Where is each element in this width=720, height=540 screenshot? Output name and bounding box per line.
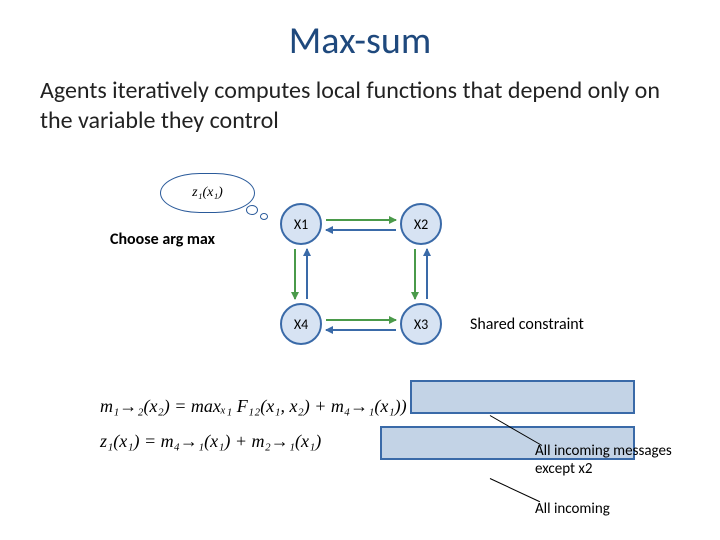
arrow-x3-x4 [326, 329, 396, 331]
slide-title: Max-sum [0, 0, 720, 64]
arrow-x4-x1 [306, 249, 308, 299]
equation-m12: m₁→₂(x₂) = maxₓ₁ F₁₂(x₁, x₂) + m₄→₁(x₁)) [100, 396, 660, 417]
slide-subtitle: Agents iteratively computes local functi… [0, 64, 720, 136]
callout-incoming-except-x2: All incoming messages except x2 [535, 442, 705, 478]
cloud-formula: z₁(x₁) [160, 173, 255, 213]
cloud-puff [246, 205, 258, 215]
shared-constraint-label: Shared constraint [470, 315, 584, 334]
arrow-x4-x3 [326, 319, 396, 321]
choose-argmax-label: Choose arg max [110, 230, 215, 249]
factor-graph-diagram: z₁(x₁) Choose arg max X1 X2 X3 X4 Shared… [0, 175, 720, 375]
callout-line [490, 478, 540, 502]
arrow-x1-x2 [326, 219, 396, 221]
callout-all-incoming: All incoming [535, 500, 705, 518]
node-x3: X3 [400, 303, 442, 345]
cloud-puff [260, 213, 268, 220]
arrow-x2-x1 [326, 229, 396, 231]
arrow-x3-x2 [426, 249, 428, 299]
node-x2: X2 [400, 203, 442, 245]
thought-cloud: z₁(x₁) [160, 173, 255, 213]
node-x1: X1 [280, 203, 322, 245]
arrow-x2-x3 [414, 249, 416, 299]
arrow-x1-x4 [294, 249, 296, 299]
node-x4: X4 [280, 303, 322, 345]
